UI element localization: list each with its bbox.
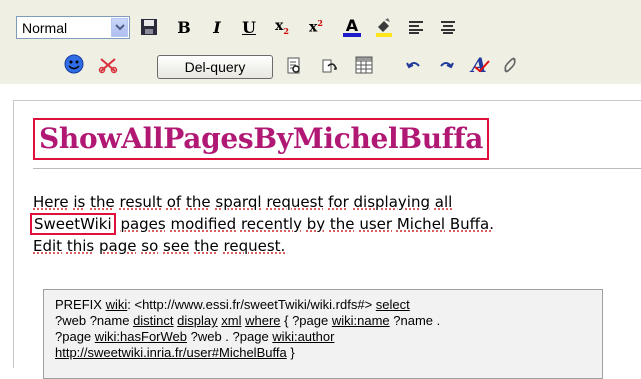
font-color-button[interactable]: A [340,15,364,39]
superscript-button[interactable]: x2 [304,15,328,39]
editor-toolbar: Normal B I U x2 x2 A Del-query A [0,0,641,84]
spellcheck-button[interactable]: A [467,53,491,77]
query-line-4: http://sweetwiki.inria.fr/user#MichelBuf… [55,345,295,360]
redo-icon[interactable] [434,54,458,78]
replace-icon[interactable] [317,54,341,78]
align-center-icon[interactable] [436,15,460,39]
align-left-icon[interactable] [404,15,428,39]
del-query-button[interactable]: Del-query [157,55,273,79]
query-line-1: PREFIX wiki: <http://www.essi.fr/sweetTw… [55,297,410,312]
subscript-button[interactable]: x2 [270,15,294,39]
link-icon[interactable] [498,53,522,77]
font-color-bar [343,32,361,37]
table-icon[interactable] [352,53,376,77]
paragraph-style-select[interactable]: Normal [16,16,130,39]
sweetwiki-link[interactable]: SweetWiki [30,213,116,235]
highlight-icon[interactable] [372,15,396,39]
intro-paragraph: Here is the result of the sparql request… [30,191,633,257]
paragraph-style-value: Normal [22,19,68,36]
query-line-2: ?web ?name distinct display xml where { … [55,313,441,328]
wiki-content-area[interactable]: ShowAllPagesByMichelBuffa Here is the re… [13,100,641,379]
save-icon[interactable] [137,15,161,39]
page-title: ShowAllPagesByMichelBuffa [33,118,490,160]
italic-button[interactable]: I [205,15,229,39]
find-icon[interactable] [282,54,306,78]
sparql-query-box: PREFIX wiki: <http://www.essi.fr/sweetTw… [43,289,603,379]
underline-button[interactable]: U [237,15,261,39]
chevron-down-icon[interactable] [111,18,128,37]
title-divider [33,168,641,169]
scissors-icon[interactable] [96,53,120,77]
bold-button[interactable]: B [172,15,196,39]
undo-icon[interactable] [402,54,426,78]
query-line-3: ?page wiki:hasForWeb ?web . ?page wiki:a… [55,329,335,344]
smiley-icon[interactable] [62,52,86,76]
